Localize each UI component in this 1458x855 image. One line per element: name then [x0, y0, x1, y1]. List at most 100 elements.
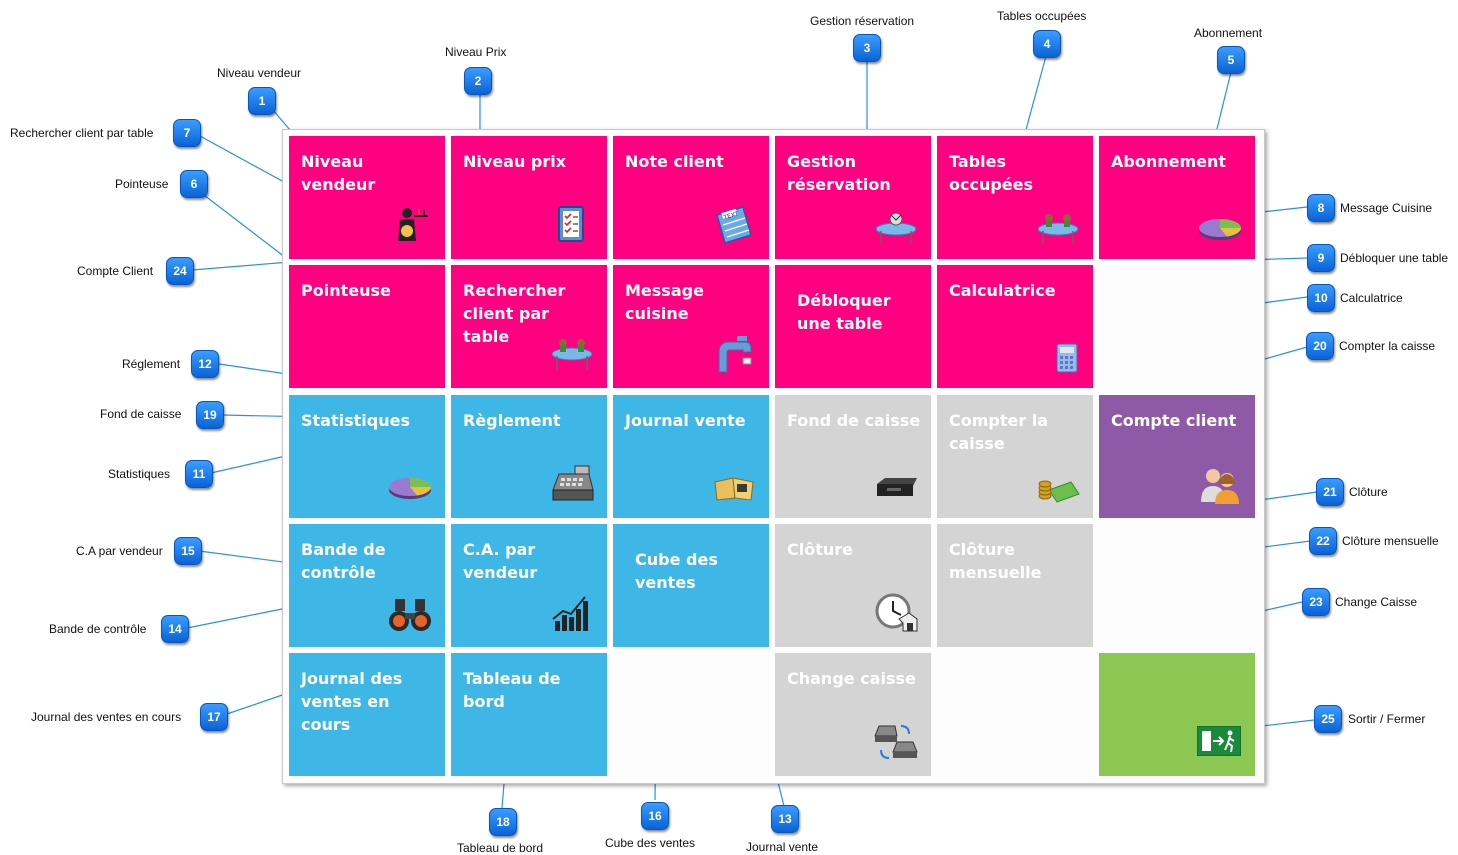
money-icon	[1038, 480, 1080, 503]
callout-badge-4[interactable]: 4	[1033, 30, 1061, 58]
binoculars-icon	[389, 599, 431, 631]
bande-controle-tile[interactable]: Bande de contrôle	[289, 524, 445, 647]
callout-badge-2[interactable]: 2	[464, 67, 492, 95]
tile-label: Fond de caisse	[787, 411, 921, 430]
cloture-mensuelle-tile[interactable]: Clôture mensuelle	[937, 524, 1093, 647]
reglement-tile[interactable]: Règlement	[451, 395, 607, 518]
callout-badge-3[interactable]: 3	[853, 34, 881, 62]
callout-badge-1[interactable]: 1	[248, 87, 276, 115]
niveau-prix-tile[interactable]: Niveau prix	[451, 136, 607, 259]
abonnement-tile[interactable]: Abonnement	[1099, 136, 1255, 259]
callout-badge-24[interactable]: 24	[166, 257, 194, 285]
callout-label-23: Change Caisse	[1335, 595, 1418, 609]
compte-client-tile[interactable]: Compte client	[1099, 395, 1255, 518]
swap-registers-icon	[874, 725, 918, 759]
callout-label-24: Compte Client	[77, 264, 154, 278]
tile-label: Journal vente	[625, 411, 746, 430]
tile-label: Niveau vendeur	[301, 152, 376, 194]
tile-label: Clôture mensuelle	[949, 540, 1042, 582]
compter-caisse-tile[interactable]: Compter la caisse	[937, 395, 1093, 518]
callout-label-20: Compter la caisse	[1339, 339, 1436, 353]
tile-label: Message cuisine	[625, 281, 704, 323]
callout-label-10: Calculatrice	[1340, 291, 1403, 305]
journal-ventes-en-cours-tile[interactable]: Journal des ventes en cours	[289, 653, 445, 776]
callout-badge-10[interactable]: 10	[1307, 284, 1335, 312]
callout-label-1: Niveau vendeur	[217, 66, 302, 80]
callout-label-19: Fond de caisse	[100, 407, 182, 421]
note-client-tile[interactable]: Note client TEXT	[613, 136, 769, 259]
fond-de-caisse-tile[interactable]: Fond de caisse	[775, 395, 931, 518]
ca-vendeur-tile[interactable]: C.A. par vendeur	[451, 524, 607, 647]
calculatrice-tile[interactable]: Calculatrice	[937, 265, 1093, 388]
bar-chart-icon	[552, 596, 588, 631]
callout-badge-9[interactable]: 9	[1307, 244, 1335, 272]
sortir-fermer-tile[interactable]	[1099, 653, 1255, 776]
callout-badge-16[interactable]: 16	[641, 802, 669, 830]
niveau-vendeur-tile[interactable]: Niveau vendeur	[289, 136, 445, 259]
clock-icon	[875, 593, 918, 632]
cube-ventes-tile[interactable]: Cube des ventes	[613, 524, 769, 647]
cloture-tile[interactable]: Clôture	[775, 524, 931, 647]
callout-badge-25[interactable]: 25	[1314, 705, 1342, 733]
tile-label: C.A. par vendeur	[463, 540, 538, 582]
exit-sign-icon	[1197, 726, 1241, 756]
callout-badge-22[interactable]: 22	[1309, 527, 1337, 555]
callout-label-2: Niveau Prix	[445, 45, 507, 59]
message-cuisine-tile[interactable]: Message cuisine	[613, 265, 769, 388]
tile-label: Pointeuse	[301, 281, 391, 300]
callout-badge-12[interactable]: 12	[191, 350, 219, 378]
tile-label: Gestion réservation	[787, 152, 891, 194]
reservation-table-icon	[875, 212, 917, 243]
callout-badge-6[interactable]: 6	[180, 170, 208, 198]
callout-label-12: Réglement	[122, 357, 181, 371]
journal-vente-tile[interactable]: Journal vente	[613, 395, 769, 518]
cash-register-icon	[552, 465, 594, 501]
callout-badge-5[interactable]: 5	[1217, 46, 1245, 74]
price-list-icon	[558, 206, 584, 242]
tile-label: Règlement	[463, 411, 561, 430]
callout-badge-11[interactable]: 11	[185, 460, 213, 488]
callout-badge-15[interactable]: 15	[174, 537, 202, 565]
change-caisse-tile[interactable]: Change caisse	[775, 653, 931, 776]
callout-label-5: Abonnement	[1194, 26, 1263, 40]
tile-label: Clôture	[787, 540, 853, 559]
callout-label-8: Message Cuisine	[1340, 201, 1433, 215]
callout-label-13: Journal vente	[746, 840, 819, 854]
gestion-reservation-tile[interactable]: Gestion réservation	[775, 136, 931, 259]
pie-chart-icon	[1199, 219, 1241, 240]
callout-label-3: Gestion réservation	[810, 14, 915, 28]
tables-occupees-tile[interactable]: Tables occupées	[937, 136, 1093, 259]
callout-label-21: Clôture	[1349, 485, 1388, 499]
callout-badge-8[interactable]: 8	[1307, 194, 1335, 222]
tile-label: Change caisse	[787, 669, 916, 688]
tile-label: Niveau prix	[463, 152, 567, 171]
statistiques-tile[interactable]: Statistiques	[289, 395, 445, 518]
callout-badge-18[interactable]: 18	[489, 808, 517, 836]
faucet-icon	[718, 336, 752, 373]
tile-label: Tables occupées	[949, 152, 1034, 194]
tile-label: Compter la caisse	[949, 411, 1049, 453]
callout-label-15: C.A par vendeur	[76, 544, 163, 558]
tile-label: Cube des ventes	[635, 550, 718, 592]
callout-badge-19[interactable]: 19	[196, 401, 224, 429]
pie-chart-icon	[389, 478, 432, 499]
tile-label: Abonnement	[1111, 152, 1227, 171]
pointeuse-tile[interactable]: Pointeuse	[289, 265, 445, 388]
note-icon: TEXT	[716, 206, 752, 244]
callout-badge-17[interactable]: 17	[200, 703, 228, 731]
rechercher-client-tile[interactable]: Rechercher client par table	[451, 265, 607, 388]
table-icon	[551, 339, 593, 370]
tile-label: Débloquer une table	[797, 291, 891, 333]
tile-label: Note client	[625, 152, 724, 171]
callout-badge-13[interactable]: 13	[771, 805, 799, 833]
tableau-de-bord-tile[interactable]: Tableau de bord	[451, 653, 607, 776]
callout-badge-23[interactable]: 23	[1302, 588, 1330, 616]
callout-label-11: Statistiques	[108, 467, 171, 481]
callout-badge-20[interactable]: 20	[1306, 332, 1334, 360]
tile-label: Tableau de bord	[463, 669, 561, 711]
callout-badge-21[interactable]: 21	[1316, 478, 1344, 506]
debloquer-table-tile[interactable]: Débloquer une table	[775, 265, 931, 388]
callout-badge-7[interactable]: 7	[173, 119, 201, 147]
callout-badge-14[interactable]: 14	[161, 615, 189, 643]
callout-label-18: Tableau de bord	[457, 841, 544, 855]
